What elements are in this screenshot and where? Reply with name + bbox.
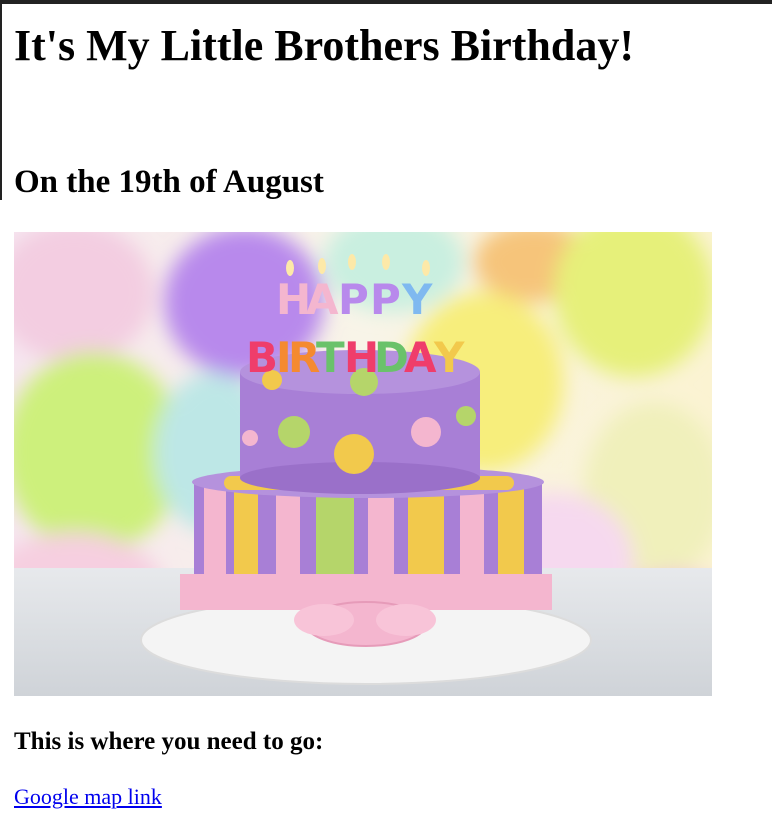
svg-text:A: A [404, 333, 437, 382]
svg-text:A: A [306, 275, 339, 324]
svg-text:P: P [370, 275, 401, 324]
page-title: It's My Little Brothers Birthday! [14, 21, 635, 70]
directions-heading: This is where you need to go: [14, 728, 324, 755]
date-heading: On the 19th of August [14, 164, 324, 200]
svg-text:Y: Y [433, 333, 465, 382]
svg-text:T: T [316, 333, 345, 382]
svg-text:Y: Y [401, 275, 433, 324]
birthday-cake-image: H A P P Y B I R T H D A Y [14, 232, 712, 696]
window-top-border [0, 0, 772, 4]
window-left-border [0, 0, 2, 200]
svg-text:P: P [338, 275, 369, 324]
google-map-link[interactable]: Google map link [14, 784, 162, 810]
svg-text:B: B [246, 333, 278, 382]
